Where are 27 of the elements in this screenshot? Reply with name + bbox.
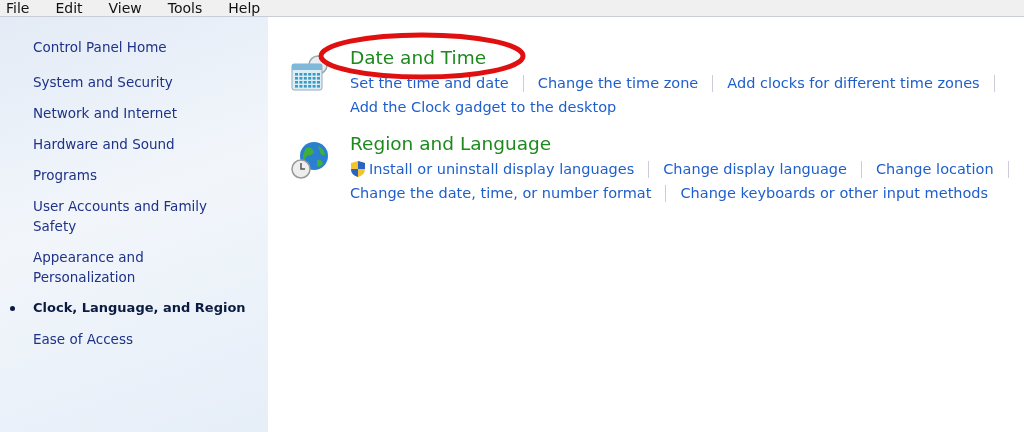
sidebar-item[interactable]: Clock, Language, and Region (33, 298, 265, 318)
globe-clock-icon (290, 140, 330, 180)
sidebar-item[interactable]: Appearance and Personalization (33, 247, 233, 287)
menu-item[interactable]: Edit (55, 1, 83, 16)
task-link[interactable]: Change display language (663, 161, 847, 177)
task-link[interactable]: Change keyboards or other input methods (680, 185, 989, 201)
sidebar-item[interactable]: User Accounts and Family Safety (33, 196, 233, 236)
sidebar-item[interactable]: System and Security (33, 72, 233, 92)
task-link[interactable]: Change the time zone (537, 75, 699, 91)
sidebar-item[interactable]: Network and Internet (33, 103, 233, 123)
menu-item[interactable]: File (6, 1, 30, 16)
sidebar-link[interactable]: Control Panel Home (33, 37, 268, 57)
sidebar-item[interactable]: Hardware and Sound (33, 134, 233, 154)
calendar-icon (290, 54, 330, 94)
task-link[interactable]: Set the time and date (350, 75, 509, 91)
task-link[interactable]: Change the date, time, or number format (350, 185, 652, 201)
menu-item[interactable]: View (108, 1, 142, 16)
category-title[interactable]: Region and Language (350, 131, 552, 157)
menu-item[interactable]: Tools (167, 1, 203, 16)
task-link[interactable]: Install or uninstall display languages (369, 161, 635, 177)
sidebar-item[interactable]: Ease of Access (33, 329, 233, 349)
task-link[interactable]: Add clocks for different time zones (727, 75, 980, 91)
task-link[interactable]: Change location (876, 161, 994, 177)
bullet-icon (10, 306, 15, 311)
task-link[interactable]: Add the Clock gadget to the desktop (350, 99, 617, 115)
menu-item[interactable]: Help (228, 1, 261, 16)
sidebar-item[interactable]: Programs (33, 165, 233, 185)
